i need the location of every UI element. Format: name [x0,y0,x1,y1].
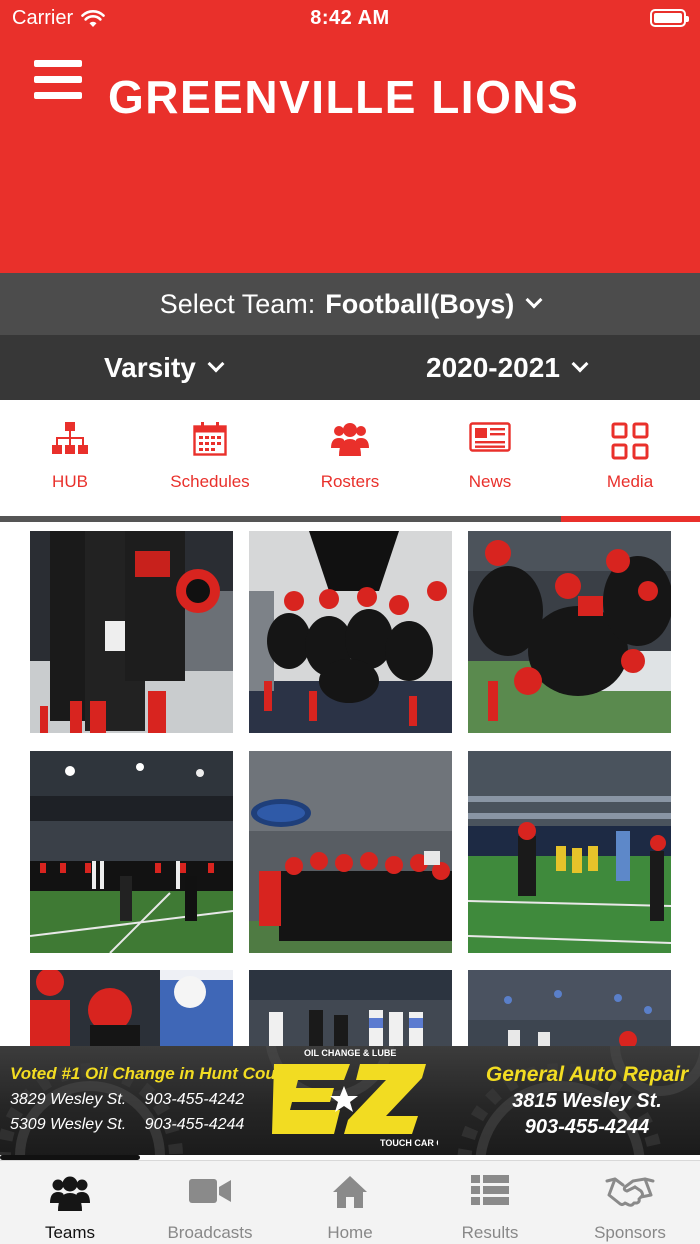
tab-label: Schedules [170,472,250,491]
ad-right-headline: General Auto Repair [485,1063,689,1086]
ad-phone: 903-455-4244 [144,1116,245,1133]
app-header: Carrier 8:42 AM GREENVILLE LIONS [0,0,700,273]
bottom-tab-label: Teams [44,1223,96,1242]
hierarchy-icon [52,422,88,454]
logo-bottom-text: TOUCH CAR CARE [380,1138,438,1148]
tab-label: News [468,472,512,491]
video-camera-icon [189,1179,231,1203]
media-photo[interactable] [30,970,233,1046]
tab-schedules[interactable]: Schedules [140,400,280,516]
chevron-down-icon [571,355,589,372]
bottom-tab-label: Sponsors [594,1223,666,1242]
clock: 8:42 AM [310,7,390,29]
media-photo[interactable] [249,970,452,1046]
ad-address: 3829 Wesley St. [10,1091,127,1108]
bottom-tab-results[interactable]: Results [420,1161,560,1244]
status-bar: Carrier 8:42 AM [0,0,700,36]
bottom-tab-teams[interactable]: Teams [0,1161,140,1244]
media-grid [0,522,700,1046]
bottom-tab-broadcasts[interactable]: Broadcasts [140,1161,280,1244]
level-selector[interactable]: Varsity [104,335,225,400]
hamburger-menu-icon[interactable] [34,60,82,100]
media-photo[interactable] [249,751,452,953]
media-photo[interactable] [468,970,671,1046]
calendar-icon [193,422,227,456]
chevron-down-icon [525,291,543,309]
media-photo[interactable] [468,751,671,953]
ez-touch-logo: OIL CHANGE & LUBE TOUCH CAR CARE [272,1048,438,1148]
tab-rosters[interactable]: Rosters [280,400,420,516]
handshake-icon [605,1177,655,1207]
tab-label: HUB [52,472,88,491]
bottom-tab-label: Home [327,1223,373,1242]
bottom-tab-home[interactable]: Home [280,1161,420,1244]
season-selector-value: 2020-2021 [426,351,560,383]
ad-location-row: 3829 Wesley St. 903-455-4242 [10,1091,270,1109]
level-selector-value: Varsity [104,351,196,383]
battery-icon [650,9,689,27]
ad-right-address: 3815 Wesley St. [512,1090,662,1112]
ad-location-row: 5309 Wesley St. 903-455-4244 [10,1116,270,1134]
ad-phone: 903-455-4242 [144,1091,245,1108]
media-photo[interactable] [249,531,452,733]
team-selector[interactable]: Select Team: Football(Boys) [0,273,700,335]
team-selector-label: Select Team: [159,288,316,319]
logo-top-text: OIL CHANGE & LUBE [304,1048,396,1058]
ad-right-copy: General Auto Repair 3815 Wesley St. 903-… [482,1063,692,1139]
media-photo[interactable] [30,751,233,953]
grid-icon [611,422,649,460]
chevron-down-icon [207,355,225,372]
bottom-tab-bar: Teams Broadcasts Home Results Sponsors [0,1160,700,1244]
newspaper-icon [469,422,511,452]
tab-news[interactable]: News [420,400,560,516]
media-photo[interactable] [30,531,233,733]
home-icon [333,1176,367,1208]
list-icon [471,1175,509,1205]
team-selector-value: Football(Boys) [325,288,515,319]
season-selector[interactable]: 2020-2021 [426,335,589,400]
tab-label: Media [606,472,654,491]
tab-label: Rosters [320,472,380,491]
subfilter-bar: Varsity 2020-2021 [0,335,700,400]
ad-right-phone: 903-455-4244 [524,1116,650,1138]
sponsor-ad-banner[interactable]: Voted #1 Oil Change in Hunt County 3829 … [0,1046,700,1155]
app-title: GREENVILLE LIONS [108,71,580,123]
group-icon [331,423,369,456]
ad-left-copy: Voted #1 Oil Change in Hunt County 3829 … [10,1064,302,1134]
bottom-tab-sponsors[interactable]: Sponsors [560,1161,700,1244]
bottom-tab-label: Results [461,1223,519,1242]
tab-hub[interactable]: HUB [0,400,140,516]
media-photo[interactable] [468,531,671,733]
ad-address: 5309 Wesley St. [10,1116,127,1133]
group-icon [50,1176,90,1211]
tab-media[interactable]: Media [560,400,700,516]
bottom-tab-label: Broadcasts [167,1223,253,1242]
ad-left-headline: Voted #1 Oil Change in Hunt County [10,1064,302,1083]
section-tabs: HUB Schedules Rosters News Media [0,400,700,522]
